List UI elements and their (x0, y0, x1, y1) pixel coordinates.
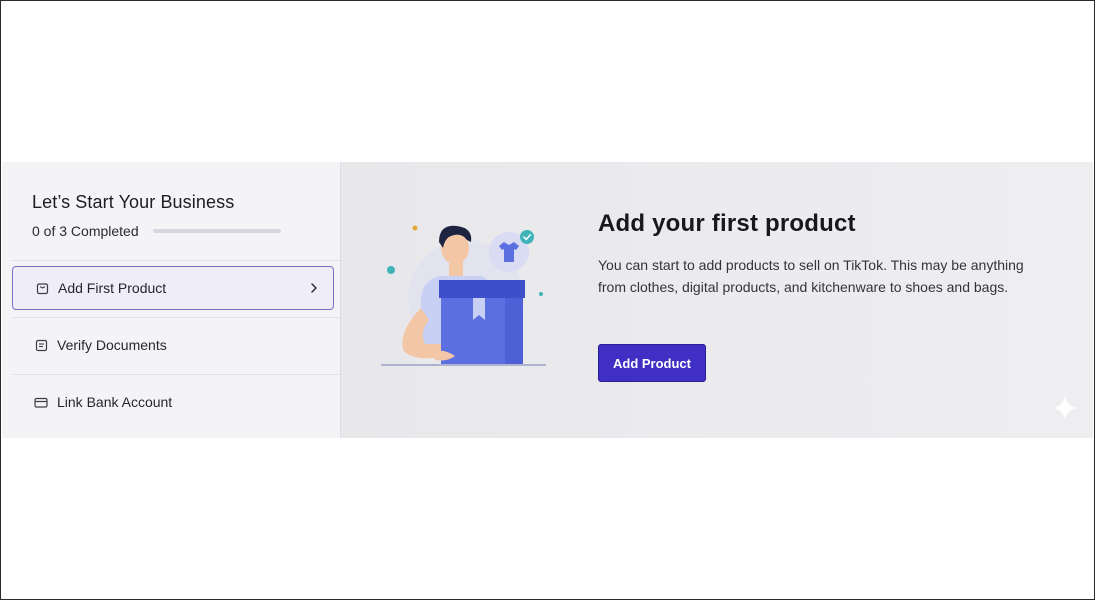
person-holding-box-illustration (381, 225, 546, 366)
progress-bar (152, 229, 281, 233)
divider (12, 317, 340, 318)
add-product-button[interactable]: Add Product (598, 344, 706, 382)
divider (12, 260, 340, 261)
sidebar-title: Let’s Start Your Business (32, 192, 235, 212)
step-verify-documents[interactable]: Verify Documents (12, 323, 334, 367)
onboarding-card: Let’s Start Your Business 0 of 3 Complet… (2, 162, 1093, 438)
credit-card-icon (34, 395, 48, 409)
description: You can start to add products to sell on… (598, 257, 1024, 295)
main-content: Add your first product You can start to … (598, 210, 1048, 298)
document-icon (34, 338, 48, 352)
step-label: Add First Product (58, 280, 167, 296)
shopping-bag-icon (35, 281, 49, 295)
step-label: Link Bank Account (57, 394, 173, 410)
divider (12, 374, 340, 375)
page-title: Add your first product (598, 210, 856, 237)
chevron-right-icon (307, 281, 321, 295)
step-link-bank-account[interactable]: Link Bank Account (12, 380, 334, 424)
progress-text: 0 of 3 Completed (32, 223, 139, 239)
step-label: Verify Documents (57, 337, 167, 353)
progress-row: 0 of 3 Completed (32, 223, 281, 239)
step-add-first-product[interactable]: Add First Product (12, 266, 334, 310)
steps-sidebar: Let’s Start Your Business 0 of 3 Complet… (2, 162, 341, 438)
main-panel: Add your first product You can start to … (341, 162, 1093, 438)
sparkle-icon (1052, 395, 1078, 421)
